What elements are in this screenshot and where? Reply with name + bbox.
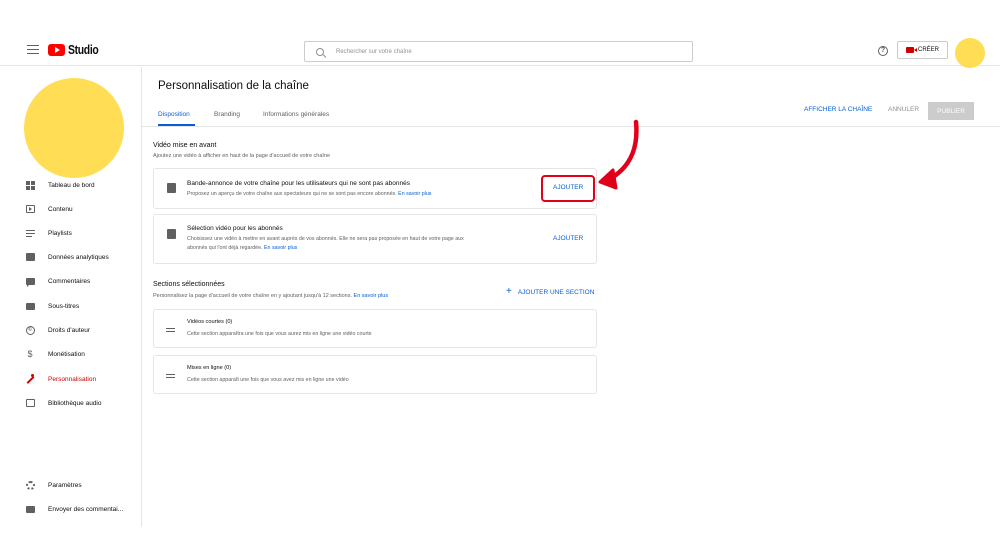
featured-video-icon (167, 229, 176, 239)
sidebar-item-subtitles[interactable]: Sous-titres (0, 298, 141, 314)
section-title: Vidéos courtes (0) (187, 319, 233, 325)
comments-icon (25, 276, 35, 287)
search-placeholder: Rechercher sur votre chaîne (336, 48, 412, 55)
cancel-button[interactable]: ANNULER (888, 106, 919, 113)
tab-branding[interactable]: Branding (214, 111, 240, 118)
sidebar-item-label: Données analytiques (48, 253, 109, 261)
page-title: Personnalisation de la chaîne (158, 80, 309, 92)
dashboard-icon (25, 180, 35, 190)
sidebar-item-label: Droits d'auteur (48, 326, 91, 334)
section-description: Cette section apparaîtra une fois que vo… (187, 331, 372, 337)
section-card-uploads[interactable]: Mises en ligne (0) Cette section apparaî… (153, 355, 597, 394)
analytics-icon (25, 252, 35, 262)
top-bar: Studio Rechercher sur votre chaîne ? CRÉ… (0, 0, 1000, 68)
featured-video-title: Vidéo mise en avant (153, 142, 217, 149)
create-button[interactable]: CRÉER (897, 41, 948, 59)
sidebar-item-playlists[interactable]: Playlists (0, 225, 141, 241)
sections-description: Personnalisez la page d'accueil de votre… (153, 293, 389, 299)
create-label: CRÉER (917, 47, 939, 53)
drag-handle-icon[interactable] (166, 374, 175, 378)
search-icon (316, 47, 324, 56)
sidebar-item-analytics[interactable]: Données analytiques (0, 249, 141, 265)
gear-icon (25, 480, 35, 490)
card-title: Bande-annonce de votre chaîne pour les u… (187, 180, 410, 187)
view-channel-button[interactable]: AFFICHER LA CHAÎNE (804, 106, 872, 113)
drag-handle-icon[interactable] (166, 328, 175, 332)
youtube-logo-icon (48, 43, 65, 56)
publish-button[interactable]: PUBLIER (928, 102, 974, 120)
copyright-icon: © (25, 325, 35, 335)
card-description-line2: abonnés qui l'ont déjà regardée. En savo… (187, 245, 298, 251)
studio-logo[interactable]: Studio (48, 42, 106, 57)
learn-more-link[interactable]: En savoir plus (398, 191, 431, 197)
sidebar-item-comments[interactable]: Commentaires (0, 273, 141, 289)
sidebar-item-label: Monétisation (48, 350, 85, 358)
sidebar-item-audio-library[interactable]: Bibliothèque audio (0, 395, 141, 411)
content-play-icon (25, 204, 35, 214)
add-section-label: AJOUTER UNE SECTION (517, 288, 595, 296)
magic-wand-icon (25, 374, 35, 384)
tab-basic-info[interactable]: Informations générales (263, 111, 329, 118)
channel-trailer-card: Bande-annonce de votre chaîne pour les u… (153, 168, 597, 209)
section-title: Mises en ligne (0) (187, 365, 232, 371)
logo-text: Studio (68, 42, 99, 57)
sidebar-item-label: Playlists (48, 229, 72, 237)
learn-more-link[interactable]: En savoir plus (354, 293, 389, 299)
card-title: Sélection vidéo pour les abonnés (187, 225, 283, 232)
sidebar-item-label: Envoyer des commentai... (48, 505, 124, 513)
sidebar-item-send-feedback[interactable]: Envoyer des commentai... (0, 501, 141, 517)
featured-video-description: Ajoutez une vidéo à afficher en haut de … (153, 153, 331, 159)
sidebar-item-dashboard[interactable]: Tableau de bord (0, 177, 141, 193)
section-description: Cette section apparaît une fois que vous… (187, 377, 349, 383)
help-icon[interactable]: ? (878, 46, 888, 56)
film-icon (167, 183, 176, 193)
featured-video-card: Sélection vidéo pour les abonnés Choisis… (153, 214, 597, 264)
playlist-icon (25, 228, 35, 238)
channel-avatar[interactable] (24, 78, 124, 178)
highlight-annotation-box (541, 175, 595, 202)
card-description: Proposez un aperçu de votre chaîne aux s… (187, 191, 432, 197)
account-avatar[interactable] (955, 38, 985, 68)
dollar-icon: $ (27, 348, 33, 359)
card-description: Choisissez une vidéo à mettre en avant a… (187, 236, 464, 242)
sidebar-item-label: Personnalisation (48, 375, 97, 383)
sidebar-item-customization[interactable]: Personnalisation (0, 371, 141, 387)
feedback-icon (25, 504, 35, 514)
sidebar-item-label: Commentaires (48, 277, 91, 285)
video-camera-icon (905, 47, 917, 53)
annotation-arrow-icon (598, 119, 639, 190)
learn-more-link[interactable]: En savoir plus (264, 245, 297, 251)
sidebar-item-label: Bibliothèque audio (48, 399, 102, 407)
sections-title: Sections sélectionnées (153, 281, 225, 288)
sidebar-item-label: Sous-titres (48, 302, 80, 310)
section-card-shorts[interactable]: Vidéos courtes (0) Cette section apparaî… (153, 309, 597, 348)
sidebar-item-monetization[interactable]: $ Monétisation (0, 346, 141, 362)
tabs-divider (142, 126, 1000, 127)
sidebar-item-copyright[interactable]: © Droits d'auteur (0, 322, 141, 338)
sidebar (0, 67, 142, 527)
menu-icon[interactable] (27, 45, 39, 54)
sidebar-item-label: Paramètres (48, 481, 82, 489)
tab-layout[interactable]: Disposition (158, 111, 190, 118)
sidebar-item-label: Tableau de bord (48, 181, 95, 189)
subtitles-icon (25, 301, 35, 311)
add-featured-video-button[interactable]: AJOUTER (553, 235, 583, 242)
audio-library-icon (25, 398, 35, 408)
plus-icon: + (506, 286, 512, 297)
add-section-button[interactable]: + AJOUTER UNE SECTION (506, 286, 595, 297)
sidebar-item-settings[interactable]: Paramètres (0, 477, 141, 493)
sidebar-item-content[interactable]: Contenu (0, 201, 141, 217)
search-input[interactable]: Rechercher sur votre chaîne (304, 41, 693, 62)
sidebar-item-label: Contenu (48, 205, 73, 213)
